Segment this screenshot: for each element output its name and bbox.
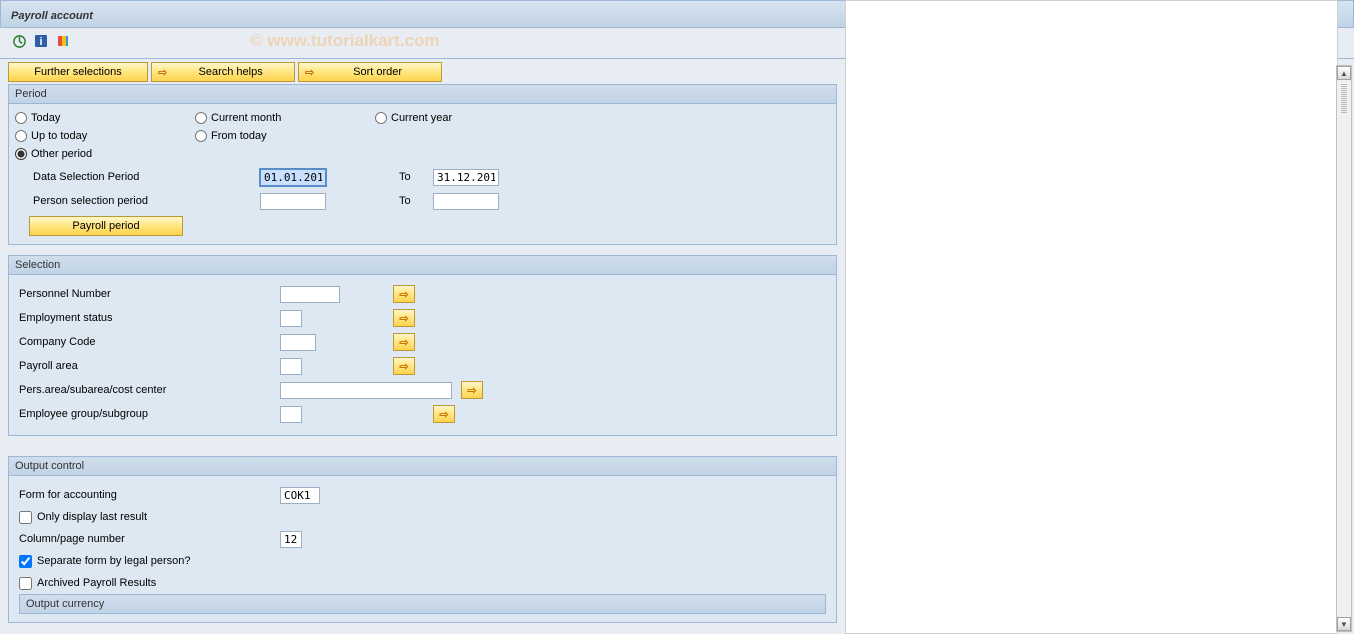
right-blank-area (845, 0, 1338, 634)
output-control-group: Output control Form for accounting Only … (8, 456, 837, 623)
payroll-area-label: Payroll area (15, 360, 260, 372)
pers-area-label: Pers.area/subarea/cost center (15, 384, 260, 396)
to-label-2: To (399, 195, 411, 207)
radio-up-to-today-label: Up to today (31, 130, 87, 142)
output-currency-header: Output currency (19, 594, 826, 614)
radio-other-period-label: Other period (31, 148, 92, 160)
variant-icon[interactable] (54, 32, 72, 50)
data-selection-label: Data Selection Period (15, 171, 260, 183)
company-code-input[interactable] (280, 334, 316, 351)
arrow-right-icon: ⇨ (399, 360, 408, 373)
arrow-right-icon: ⇨ (467, 384, 476, 397)
radio-other-period[interactable]: Other period (15, 148, 175, 160)
scroll-down-icon[interactable]: ▼ (1337, 617, 1351, 631)
personnel-number-label: Personnel Number (15, 288, 260, 300)
radio-today[interactable]: Today (15, 112, 175, 124)
radio-current-month-label: Current month (211, 112, 281, 124)
column-page-input[interactable] (280, 531, 302, 548)
employment-status-multi-icon[interactable]: ⇨ (393, 309, 415, 327)
pers-area-multi-icon[interactable]: ⇨ (461, 381, 483, 399)
payroll-period-button[interactable]: Payroll period (29, 216, 183, 236)
radio-from-today[interactable]: From today (195, 130, 355, 142)
personnel-number-multi-icon[interactable]: ⇨ (393, 285, 415, 303)
payroll-area-input[interactable] (280, 358, 302, 375)
arrow-right-icon: ⇨ (158, 66, 167, 79)
form-accounting-label: Form for accounting (19, 489, 117, 501)
person-selection-label: Person selection period (15, 195, 260, 207)
search-helps-button[interactable]: ⇨ Search helps (151, 62, 295, 82)
arrow-right-icon: ⇨ (439, 408, 448, 421)
data-selection-to-input[interactable] (433, 169, 499, 186)
form-accounting-input[interactable] (280, 487, 320, 504)
employment-status-input[interactable] (280, 310, 302, 327)
output-control-header: Output control (9, 457, 836, 476)
period-header: Period (9, 85, 836, 104)
person-selection-to-input[interactable] (433, 193, 499, 210)
arrow-right-icon: ⇨ (399, 336, 408, 349)
scroll-up-icon[interactable]: ▲ (1337, 66, 1351, 80)
watermark-text: © www.tutorialkart.com (250, 31, 439, 51)
scrollbar-thumb[interactable] (1341, 84, 1347, 114)
selection-group: Selection Personnel Number ⇨ Employment … (8, 255, 837, 436)
company-code-multi-icon[interactable]: ⇨ (393, 333, 415, 351)
payroll-period-label: Payroll period (72, 220, 139, 232)
employment-status-label: Employment status (15, 312, 260, 324)
personnel-number-input[interactable] (280, 286, 340, 303)
radio-current-year[interactable]: Current year (375, 112, 535, 124)
archived-label: Archived Payroll Results (37, 577, 156, 589)
content-area: Further selections ⇨ Search helps ⇨ Sort… (0, 59, 1354, 633)
page-title: Payroll account (11, 10, 93, 22)
only-last-label: Only display last result (37, 511, 147, 523)
column-page-label: Column/page number (19, 533, 125, 545)
radio-up-to-today[interactable]: Up to today (15, 130, 175, 142)
radio-from-today-label: From today (211, 130, 267, 142)
form-area: Further selections ⇨ Search helps ⇨ Sort… (0, 59, 845, 633)
sort-order-label: Sort order (320, 66, 435, 78)
employee-group-multi-icon[interactable]: ⇨ (433, 405, 455, 423)
info-icon[interactable]: i (32, 32, 50, 50)
execute-icon[interactable] (10, 32, 28, 50)
data-selection-from-input[interactable] (260, 169, 326, 186)
radio-today-label: Today (31, 112, 60, 124)
arrow-right-icon: ⇨ (305, 66, 314, 79)
person-selection-from-input[interactable] (260, 193, 326, 210)
svg-text:i: i (39, 36, 42, 48)
pers-area-input[interactable] (280, 382, 452, 399)
employee-group-input[interactable] (280, 406, 302, 423)
further-selections-label: Further selections (15, 66, 141, 78)
only-last-checkbox[interactable] (19, 511, 32, 524)
radio-current-year-label: Current year (391, 112, 452, 124)
selection-header: Selection (9, 256, 836, 275)
company-code-label: Company Code (15, 336, 260, 348)
employee-group-label: Employee group/subgroup (15, 408, 260, 420)
to-label-1: To (399, 171, 411, 183)
radio-current-month[interactable]: Current month (195, 112, 355, 124)
vertical-scrollbar[interactable]: ▲ ▼ (1336, 65, 1352, 632)
top-button-row: Further selections ⇨ Search helps ⇨ Sort… (8, 62, 837, 82)
archived-checkbox[interactable] (19, 577, 32, 590)
arrow-right-icon: ⇨ (399, 288, 408, 301)
further-selections-button[interactable]: Further selections (8, 62, 148, 82)
arrow-right-icon: ⇨ (399, 312, 408, 325)
separate-form-checkbox[interactable] (19, 555, 32, 568)
separate-form-label: Separate form by legal person? (37, 555, 190, 567)
payroll-area-multi-icon[interactable]: ⇨ (393, 357, 415, 375)
sort-order-button[interactable]: ⇨ Sort order (298, 62, 442, 82)
period-group: Period Today Current month Current year (8, 84, 837, 245)
search-helps-label: Search helps (173, 66, 288, 78)
